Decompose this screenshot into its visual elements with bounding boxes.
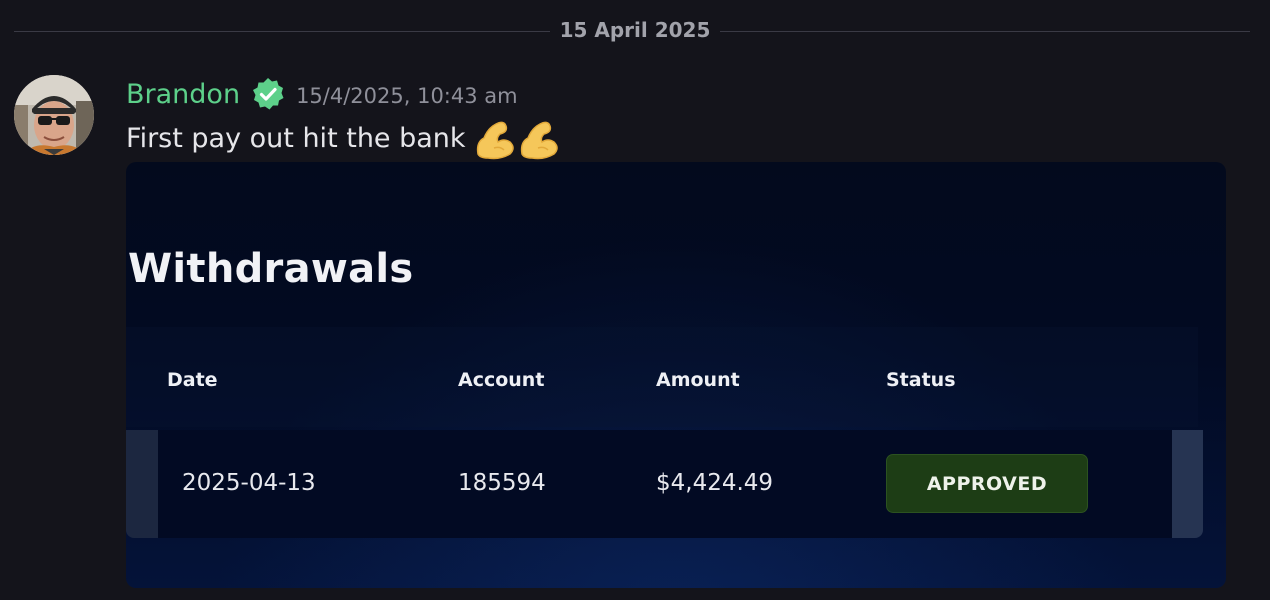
row-date: 2025-04-13 (182, 470, 316, 496)
message-timestamp: 15/4/2025, 10:43 am (296, 84, 518, 108)
flexed-biceps-icon (520, 121, 558, 160)
row-account: 185594 (458, 470, 546, 496)
column-header-date: Date (167, 369, 218, 391)
row-edge-left (126, 430, 158, 538)
status-badge: APPROVED (886, 454, 1088, 513)
column-header-amount: Amount (656, 369, 740, 391)
row-amount: $4,424.49 (656, 470, 774, 496)
column-header-status: Status (886, 369, 956, 391)
flexed-biceps-emoji (474, 116, 562, 160)
withdrawals-title: Withdrawals (128, 246, 414, 292)
verified-check-icon (253, 78, 284, 110)
avatar[interactable] (14, 75, 94, 155)
attachment-image[interactable]: Withdrawals Date Account Amount Status 2… (126, 162, 1226, 588)
author-name[interactable]: Brandon (126, 79, 240, 110)
avatar-photo (14, 75, 94, 155)
message-body: First pay out hit the bank (126, 116, 562, 160)
row-edge-right (1172, 430, 1203, 538)
message-text: First pay out hit the bank (126, 122, 466, 154)
column-header-account: Account (458, 369, 545, 391)
date-divider: 15 April 2025 (0, 18, 1270, 42)
flexed-biceps-icon (476, 121, 514, 160)
message-header: Brandon 15/4/2025, 10:43 am (126, 76, 518, 112)
date-divider-label: 15 April 2025 (549, 18, 721, 42)
